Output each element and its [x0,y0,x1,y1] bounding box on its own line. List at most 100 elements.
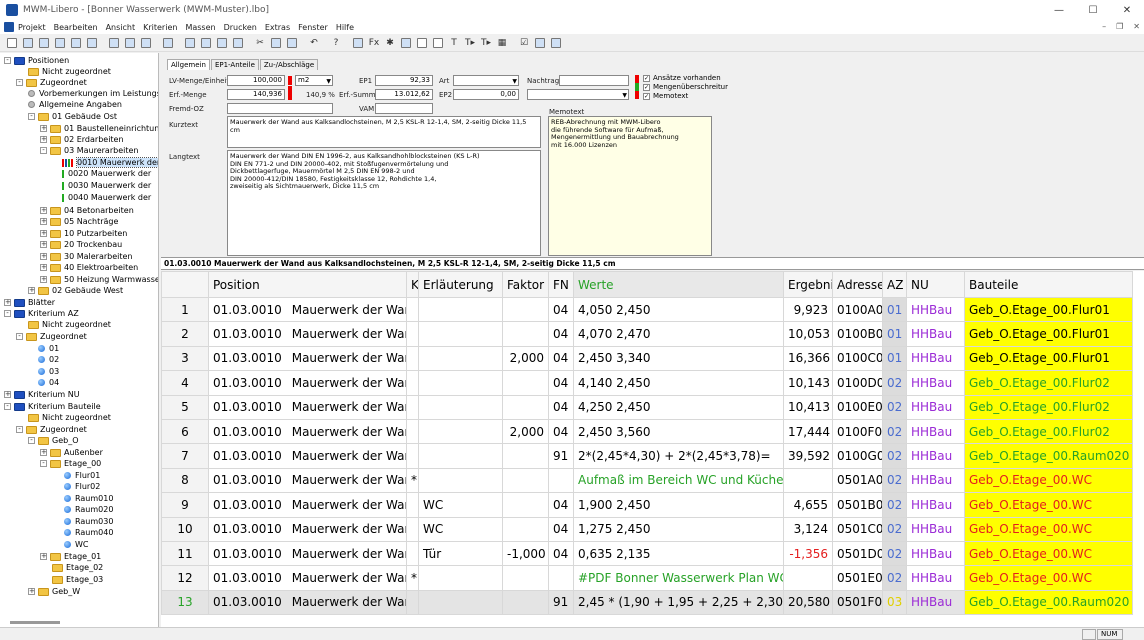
tree-node[interactable]: +01 Baustelleneinrichtung [40,123,158,134]
cell-erl[interactable] [418,565,503,591]
menu-item-6[interactable]: Extras [265,23,290,32]
cell-az[interactable]: 01 [882,296,907,323]
tree-node[interactable]: Etage_03 [52,574,103,585]
cell-adr[interactable]: 0501F0 [832,589,883,616]
cell-pos[interactable]: 01.03.0010 Mauerwerk der Wand... [208,565,407,591]
mdi-close-button[interactable]: ✕ [1133,22,1140,31]
column-header[interactable]: Erläuterung [418,271,503,298]
import-icon[interactable] [107,36,121,49]
tree-node[interactable]: 0010 Mauerwerk der [62,157,158,168]
copy-project-icon[interactable] [123,36,137,49]
cell-az[interactable]: 02 [882,540,907,567]
cell-erg[interactable]: 9,923 [783,296,833,323]
cell-fak[interactable] [502,565,549,591]
cell-werte[interactable]: 2*(2,45*4,30) + 2*(2,45*3,78)= [573,443,784,469]
cell-nu[interactable]: HHBau [906,296,965,323]
cell-pos[interactable]: 01.03.0010 Mauerwerk der Wand... [208,492,407,518]
cell-pos[interactable]: 01.03.0010 Mauerwerk der Wand... [208,394,407,420]
cell-werte[interactable]: 4,070 2,470 [573,321,784,347]
maximize-button[interactable]: ☐ [1076,0,1110,20]
column-header[interactable]: Adresse [832,271,883,298]
copy-icon[interactable] [269,36,283,49]
cell-werte[interactable]: 4,140 2,450 [573,370,784,396]
tree-node[interactable]: + Außenber [40,447,103,458]
cell-fak[interactable] [502,492,549,518]
cell-adr[interactable]: 0100D0 [832,370,883,396]
cell-fn[interactable]: 04 [548,394,574,420]
cell-kz[interactable] [406,321,419,347]
tree-node[interactable]: +10 Putzarbeiten [40,228,127,239]
mdi-restore-button[interactable]: ❐ [1116,22,1123,31]
tree-node[interactable]: +20 Trockenbau [40,239,122,250]
cell-pos[interactable]: 01.03.0010 Mauerwerk der Wand... [208,589,407,616]
cell-bt[interactable]: Geb_O.Etage_00.Raum020 [964,443,1133,469]
cell-fn[interactable] [548,565,574,591]
cell-n[interactable]: 13 [161,589,209,616]
unit-select[interactable]: m2 ▼ [295,75,333,86]
left-icon[interactable] [183,36,197,49]
table-row[interactable]: 4 01.03.0010 Mauerwerk der Wand... 044,140 … [161,370,1133,396]
cell-werte[interactable]: 1,900 2,450 [573,492,784,518]
cell-n[interactable]: 7 [161,443,209,469]
cell-kz[interactable] [406,540,419,567]
tree-node[interactable]: Flur02 [64,481,100,492]
cell-pos[interactable]: 01.03.0010 Mauerwerk der Wand... [208,516,407,542]
tree-node[interactable]: Raum030 [64,516,113,527]
cell-erg[interactable]: 3,124 [783,516,833,542]
cell-az[interactable]: 03 [882,589,907,616]
cell-n[interactable]: 1 [161,296,209,323]
cell-pos[interactable]: 01.03.0010 Mauerwerk der Wand... [208,296,407,323]
cell-erl[interactable] [418,296,503,323]
cell-az[interactable]: 02 [882,443,907,469]
cell-bt[interactable]: Geb_O.Etage_00.WC [964,540,1133,567]
cell-werte[interactable]: #PDF Bonner Wasserwerk Plan WC ... [573,565,784,591]
cell-n[interactable]: 4 [161,370,209,396]
cell-pos[interactable]: 01.03.0010 Mauerwerk der Wand... [208,345,407,372]
memotext-field[interactable]: REB-Abrechnung mit MWM-Libero die führen… [548,116,712,256]
cell-fn[interactable]: 04 [548,418,574,445]
cell-adr[interactable]: 0501C0 [832,516,883,542]
cell-nu[interactable]: HHBau [906,565,965,591]
tree-node[interactable]: Nicht zugeordnet [28,66,111,77]
cell-erl[interactable]: WC [418,492,503,518]
navigation-tree[interactable]: - Positionen Nicht zugeordnet - Zugeordnet Vo… [0,53,159,627]
cell-fn[interactable]: 04 [548,321,574,347]
menu-item-1[interactable]: Bearbeiten [54,23,98,32]
cell-az[interactable]: 02 [882,394,907,420]
cut-icon[interactable]: ✂ [253,36,267,49]
expand-icon[interactable]: + [4,391,11,398]
tree-scrollbar[interactable] [10,621,60,624]
cell-n[interactable]: 12 [161,565,209,591]
tree-node[interactable]: - 01 Gebäude Ost [28,111,117,122]
cell-pos[interactable]: 01.03.0010 Mauerwerk der Wand... [208,370,407,396]
collapse-icon[interactable]: - [28,437,35,444]
cell-nu[interactable]: HHBau [906,540,965,567]
cell-erg[interactable]: 17,444 [783,418,833,445]
table-row[interactable]: 7 01.03.0010 Mauerwerk der Wand... 912*(2,4… [161,443,1133,469]
cell-nu[interactable]: HHBau [906,443,965,469]
table-row[interactable]: 1 01.03.0010 Mauerwerk der Wand... 044,050 … [161,296,1133,323]
cell-nu[interactable]: HHBau [906,370,965,396]
column-header[interactable]: Bauteile [964,271,1133,298]
cell-werte[interactable]: 4,250 2,450 [573,394,784,420]
expand-icon[interactable]: + [40,218,47,225]
tree-node[interactable]: +05 Nachträge [40,216,118,227]
tree-node[interactable]: 0040 Mauerwerk der [62,192,151,203]
cell-fak[interactable] [502,467,549,494]
view-icon[interactable] [161,36,175,49]
cell-erl[interactable]: Tür [418,540,503,567]
collapse-icon[interactable]: - [4,403,11,410]
cell-nu[interactable]: HHBau [906,492,965,518]
tree-node[interactable]: + Kriterium NU [4,389,80,400]
tree-node[interactable]: Raum010 [64,493,113,504]
expand-icon[interactable]: + [40,264,47,271]
cell-bt[interactable]: Geb_O.Etage_00.Flur01 [964,345,1133,372]
tree-node[interactable]: 01 [38,343,59,354]
minimize-button[interactable]: — [1042,0,1076,20]
table-row[interactable]: 13 01.03.0010 Mauerwerk der Wand... 912,45 … [161,589,1133,616]
cell-fn[interactable]: 04 [548,492,574,518]
kurztext-field[interactable]: Mauerwerk der Wand aus Kalksandlochstein… [227,116,541,148]
cell-kz[interactable] [406,516,419,542]
table-row[interactable]: 2 01.03.0010 Mauerwerk der Wand... 044,070 … [161,321,1133,347]
tree-node[interactable]: - Geb_O [28,435,79,446]
